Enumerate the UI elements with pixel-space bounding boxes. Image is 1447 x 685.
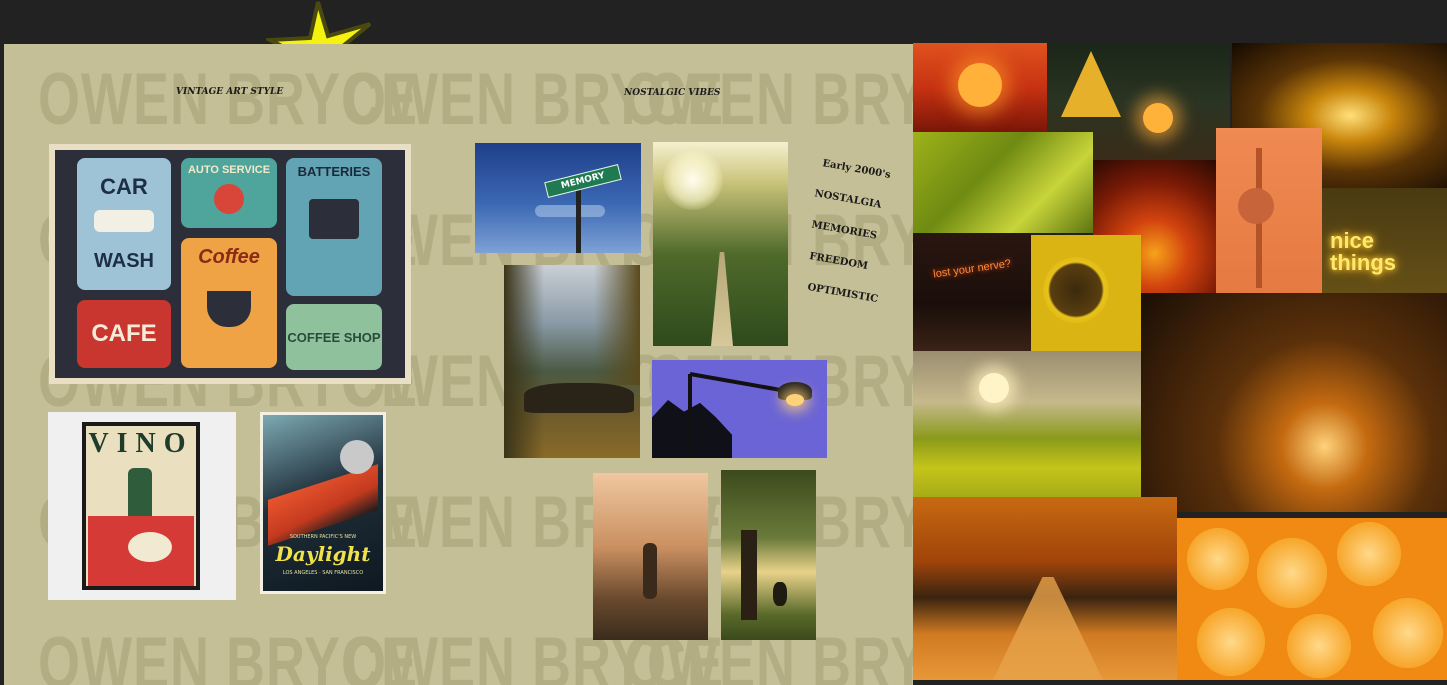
vintage-signs-image[interactable]: CAR WASH AUTO SERVICE Coffee BATTERIES C… — [49, 144, 411, 384]
sunlit-path-image[interactable] — [653, 142, 788, 346]
foggy-couple-image[interactable] — [593, 473, 708, 640]
rainy-window-image[interactable] — [1141, 293, 1447, 512]
street-sign-text: MEMORY — [544, 164, 622, 198]
coffee-shop-sign: COFFEE SHOP — [286, 304, 382, 370]
autumn-road-image[interactable] — [913, 497, 1177, 680]
street-lamp-image[interactable] — [652, 360, 827, 458]
daylight-text: Daylight — [275, 542, 371, 566]
section-title-nostalgic: NOSTALGIC VIBES — [624, 88, 721, 98]
green-leaves-image[interactable] — [913, 132, 1093, 233]
flower-shadow-image[interactable] — [1216, 128, 1322, 293]
vino-poster-image[interactable]: VINO — [48, 412, 236, 600]
rapeseed-field-image[interactable] — [913, 351, 1141, 497]
coffee-sign: Coffee — [181, 238, 277, 368]
vino-text: VINO — [88, 428, 194, 459]
sunflower-image[interactable] — [1031, 235, 1141, 351]
batteries-sign: BATTERIES — [286, 158, 382, 296]
car-wash-sign: CAR WASH — [77, 158, 171, 290]
keyword-optimistic: OPTIMISTIC — [806, 281, 879, 306]
sliced-oranges-image[interactable] — [1177, 518, 1447, 680]
neon-cafe-image[interactable]: lost your nerve? — [913, 233, 1031, 351]
memory-street-sign-image[interactable]: MEMORY — [475, 143, 641, 253]
sunset-image[interactable] — [913, 43, 1047, 132]
keyword-early-2000s: Early 2000's — [821, 158, 892, 181]
auto-service-sign: AUTO SERVICE — [181, 158, 277, 228]
watermark-text: OWEN BRYCE — [624, 59, 913, 141]
neon-sign-text: nice things — [1330, 228, 1396, 275]
cafe-sign: CAFE — [77, 300, 171, 368]
daylight-poster-image[interactable]: SOUTHERN PACIFIC'S NEW Daylight LOS ANGE… — [260, 412, 386, 594]
friends-picnic-image[interactable] — [504, 265, 640, 458]
section-title-vintage: VINTAGE ART STYLE — [176, 87, 284, 97]
tree-sitting-image[interactable] — [721, 470, 816, 640]
